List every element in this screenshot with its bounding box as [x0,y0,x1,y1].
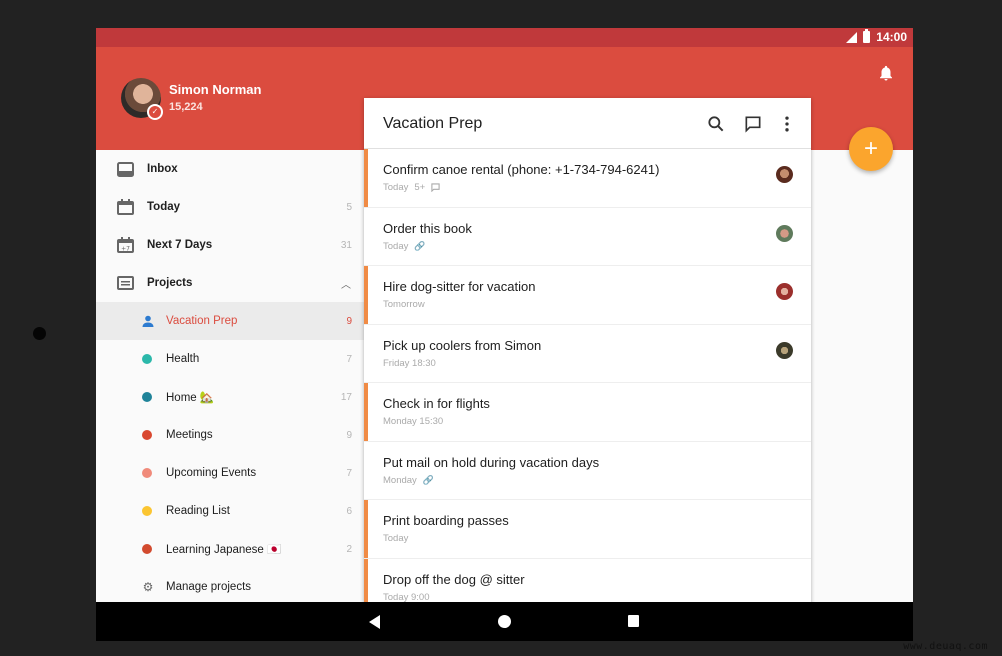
home-button[interactable] [498,615,511,628]
task-due-date: Monday 15:30 [383,416,444,427]
project-card: Vacation Prep Confirm canoe rental (phon… [364,98,811,641]
navigation-drawer: Inbox Today 5 +7 Next 7 Days 31 Projects… [96,150,364,641]
projects-icon [116,274,134,292]
task-title: Hire dog-sitter for vacation [383,279,536,294]
assignee-avatar [776,283,793,300]
task-item[interactable]: Pick up coolers from Simon Friday 18:30 [364,325,811,383]
svg-text:+7: +7 [121,246,130,253]
project-reading-list[interactable]: Reading List 6 [96,492,364,530]
gear-icon: ⚙ [142,580,154,594]
more-vert-icon[interactable] [777,114,797,134]
project-health[interactable]: Health 7 [96,340,364,378]
task-due-date: Tomorrow [383,299,425,310]
task-due-date: Today [383,240,409,252]
task-title: Order this book [383,220,472,236]
shared-person-icon [139,312,157,330]
task-due-date: Monday [383,474,417,486]
project-vacation-prep[interactable]: Vacation Prep 9 [96,302,364,340]
user-name: Simon Norman [169,82,262,97]
karma-score: 15,224 [169,101,203,113]
assignee-avatar [776,341,793,359]
system-nav-bar [96,602,913,641]
task-item[interactable]: Check in for flights Monday 15:30 [364,383,811,442]
calendar-week-icon: +7 [116,236,134,254]
tablet-screen: 14:00 ✓ Simon Norman 15,224 Inbox Today … [96,28,913,641]
comments-icon[interactable] [743,114,763,134]
battery-icon [863,29,871,43]
project-header: Vacation Prep [364,98,811,149]
inbox-icon [116,160,134,178]
manage-projects[interactable]: ⚙ Manage projects [96,568,364,606]
link-icon: 🔗 [422,474,435,485]
nav-projects-header[interactable]: Projects ︿ [96,264,364,302]
assignee-avatar [776,224,793,242]
nav-next-7-days[interactable]: +7 Next 7 Days 31 [96,226,364,264]
task-item[interactable]: Confirm canoe rental (phone: +1-734-794-… [364,149,811,208]
task-title: Check in for flights [383,396,490,411]
task-due-date: Today 9:00 [383,591,430,603]
recents-button[interactable] [628,615,639,627]
project-home[interactable]: Home 🏡 17 [96,378,364,416]
project-color-dot [142,468,152,478]
chevron-up-icon[interactable]: ︿ [341,276,351,291]
nav-inbox[interactable]: Inbox [96,150,364,188]
comment-count: 5+ [414,182,426,193]
task-due-date: Friday 18:30 [383,357,436,369]
project-meetings[interactable]: Meetings 9 [96,416,364,454]
comment-icon [431,183,440,192]
task-title: Drop off the dog @ sitter [383,571,525,587]
task-title: Confirm canoe rental (phone: +1-734-794-… [383,162,660,177]
search-icon[interactable] [706,114,726,134]
calendar-today-icon [116,198,134,216]
project-color-dot [142,544,152,554]
task-item[interactable]: Order this book Today 🔗 [364,208,811,266]
notifications-bell-icon[interactable] [877,64,895,82]
status-bar: 14:00 [96,28,913,47]
task-title: Put mail on hold during vacation days [383,454,600,470]
assignee-avatar [776,166,793,183]
project-color-dot [142,430,152,440]
task-item[interactable]: Put mail on hold during vacation days Mo… [364,442,811,500]
add-task-fab[interactable]: + [849,127,893,171]
task-due-date: Today [383,182,409,193]
task-due-date: Today [383,533,409,544]
link-icon: 🔗 [414,240,426,251]
task-title: Pick up coolers from Simon [383,337,542,353]
signal-icon [846,31,858,43]
project-color-dot [142,392,152,402]
watermark: www.deuaq.com [903,641,988,652]
clock: 14:00 [876,30,907,44]
project-color-dot [142,354,152,364]
nav-today[interactable]: Today 5 [96,188,364,226]
project-color-dot [142,506,152,516]
project-upcoming-events[interactable]: Upcoming Events 7 [96,454,364,492]
device-camera [33,327,46,340]
task-item[interactable]: Print boarding passes Today [364,500,811,559]
back-button[interactable] [369,615,380,629]
premium-badge-icon: ✓ [147,104,163,120]
task-title: Print boarding passes [383,513,509,528]
task-item[interactable]: Hire dog-sitter for vacation Tomorrow [364,266,811,325]
project-learning-japanese[interactable]: Learning Japanese 🇯🇵 2 [96,530,364,568]
project-title: Vacation Prep [383,115,483,132]
